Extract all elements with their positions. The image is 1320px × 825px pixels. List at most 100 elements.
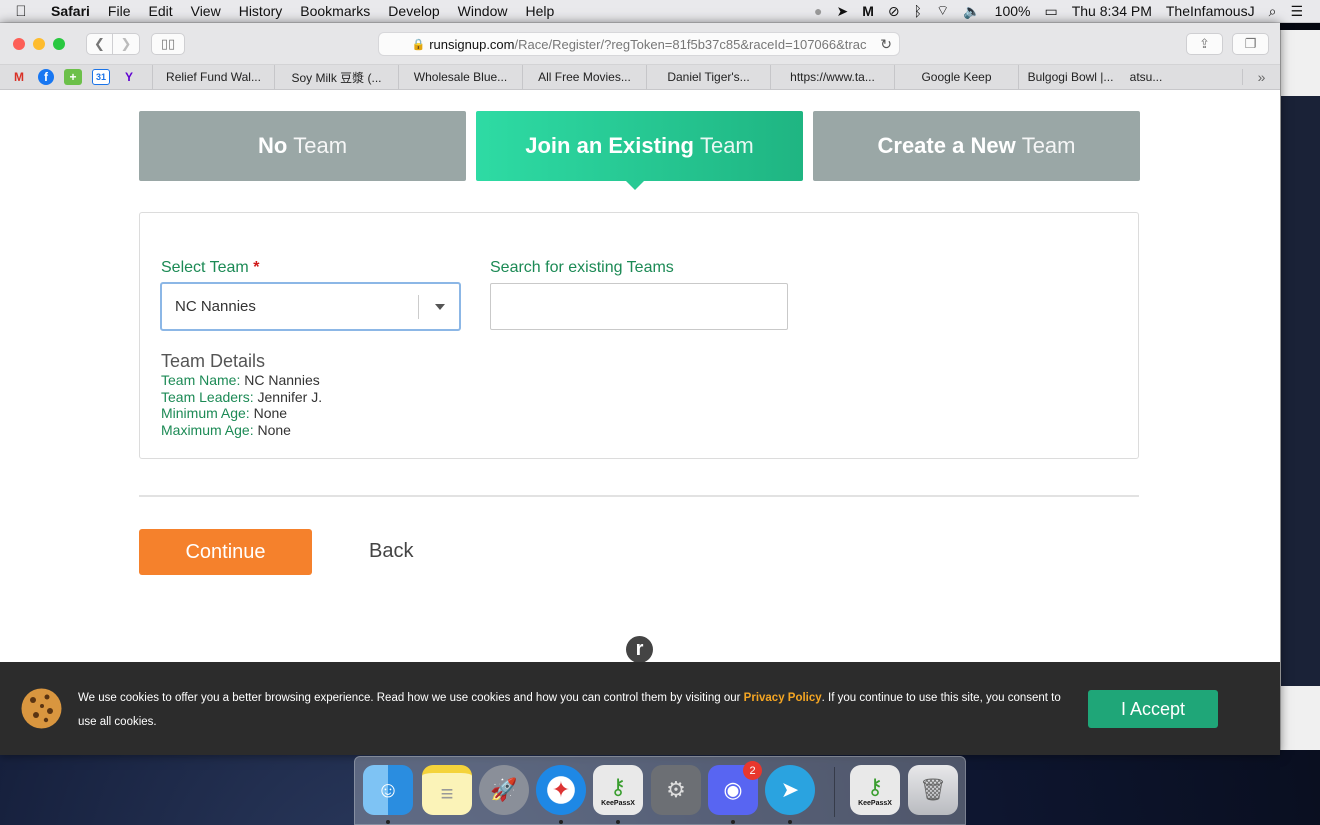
- tab-join-light: Team: [699, 133, 754, 158]
- notification-center-icon[interactable]: ☰: [1283, 3, 1310, 20]
- menu-window[interactable]: Window: [449, 3, 517, 19]
- tab-no-team[interactable]: No Team: [139, 111, 466, 181]
- privacy-policy-link[interactable]: Privacy Policy: [744, 692, 822, 704]
- trash-icon[interactable]: 🗑: [908, 765, 958, 815]
- select-team-label-text: Select Team: [161, 259, 249, 276]
- detail-key: Minimum Age:: [161, 405, 250, 421]
- address-bar[interactable]: 🔒 runsignup.com/Race/Register/?regToken=…: [378, 32, 900, 56]
- bookmark-item[interactable]: Daniel Tiger's...: [646, 64, 770, 90]
- select-team-dropdown[interactable]: NC Nannies: [160, 282, 461, 331]
- battery-icon[interactable]: ▭: [1037, 3, 1064, 20]
- user-name[interactable]: TheInfamousJ: [1159, 3, 1262, 19]
- web-page: No Team Join an Existing Team Create a N…: [0, 91, 1280, 755]
- menu-edit[interactable]: Edit: [139, 3, 181, 19]
- keepassx-label: KeePassX: [601, 799, 635, 807]
- running-indicator: [788, 820, 792, 824]
- volume-icon[interactable]: 🔈: [956, 3, 987, 20]
- safari-toolbar: ❮ ❯ ▯▯ 🔒 runsignup.com/Race/Register/?re…: [0, 23, 1280, 65]
- back-nav-icon[interactable]: ❮: [86, 32, 113, 55]
- cookie-banner: We use cookies to offer you a better bro…: [0, 662, 1280, 755]
- continue-button[interactable]: Continue: [139, 529, 312, 575]
- sidebar-toggle-icon[interactable]: ▯▯: [151, 32, 185, 55]
- record-icon[interactable]: ●: [807, 3, 829, 19]
- battery-percent[interactable]: 100%: [988, 3, 1038, 19]
- launchpad-icon[interactable]: 🚀: [479, 765, 529, 815]
- finder-icon[interactable]: ☺: [363, 765, 413, 815]
- tab-create-new-team[interactable]: Create a New Team: [813, 111, 1140, 181]
- apple-icon[interactable]: : [0, 3, 42, 20]
- tab-join-existing-team[interactable]: Join an Existing Team: [476, 111, 803, 190]
- malwarebytes-icon[interactable]: M: [855, 3, 881, 19]
- menu-develop[interactable]: Develop: [379, 3, 448, 19]
- detail-minimum-age: Minimum Age: None: [161, 405, 287, 421]
- calendar-icon[interactable]: 31: [92, 69, 110, 85]
- gmail-icon[interactable]: M: [10, 69, 28, 85]
- green-plus-icon[interactable]: +: [64, 69, 82, 85]
- bookmark-item[interactable]: https://www.ta...: [770, 64, 894, 90]
- team-details-title: Team Details: [161, 351, 266, 371]
- cookie-text-before: We use cookies to offer you a better bro…: [78, 692, 741, 704]
- menu-bookmarks[interactable]: Bookmarks: [291, 3, 379, 19]
- detail-value: NC Nannies: [244, 372, 320, 388]
- bookmark-item[interactable]: Soy Milk 豆漿 (...: [274, 64, 398, 90]
- zoom-window-button[interactable]: [53, 37, 65, 50]
- detail-value: Jennifer J.: [257, 389, 323, 405]
- detail-value: None: [257, 422, 291, 438]
- chevron-down-icon[interactable]: [435, 304, 445, 310]
- running-indicator: [386, 820, 390, 824]
- share-icon[interactable]: ⇪: [1186, 33, 1223, 55]
- url-host: runsignup.com: [429, 36, 515, 52]
- team-form-panel: Select Team * NC Nannies Search for exis…: [139, 212, 1139, 459]
- clock[interactable]: Thu 8:34 PM: [1065, 3, 1159, 19]
- system-preferences-icon[interactable]: ⚙: [651, 765, 701, 815]
- accept-cookies-button[interactable]: I Accept: [1088, 690, 1218, 728]
- close-window-button[interactable]: [13, 37, 25, 50]
- reload-icon[interactable]: ↻: [880, 36, 892, 53]
- menu-history[interactable]: History: [230, 3, 292, 19]
- tab-no-team-light: Team: [293, 133, 348, 158]
- minimize-window-button[interactable]: [33, 37, 45, 50]
- spotlight-icon[interactable]: ⌕: [1262, 3, 1284, 20]
- bluetooth-icon[interactable]: ᛒ: [907, 3, 929, 19]
- bookmark-item[interactable]: Relief Fund Wal...: [152, 64, 274, 90]
- detail-team-leaders: Team Leaders: Jennifer J.: [161, 389, 322, 405]
- menu-app-safari[interactable]: Safari: [42, 3, 99, 19]
- running-indicator: [731, 820, 735, 824]
- tab-create-light: Team: [1021, 133, 1076, 158]
- detail-key: Team Leaders:: [161, 389, 254, 405]
- keepassx-label: KeePassX: [858, 799, 892, 807]
- select-team-value: NC Nannies: [175, 298, 256, 315]
- menu-help[interactable]: Help: [516, 3, 563, 19]
- detail-maximum-age: Maximum Age: None: [161, 422, 291, 438]
- do-not-disturb-icon[interactable]: ⊘: [881, 3, 907, 20]
- bookmark-item[interactable]: Google Keep: [894, 64, 1018, 90]
- wifi-icon[interactable]: ⌔: [929, 2, 956, 20]
- menu-bar:  Safari File Edit View History Bookmark…: [0, 0, 1320, 23]
- detail-team-name: Team Name: NC Nannies: [161, 372, 320, 388]
- safari-icon[interactable]: ✦: [536, 765, 586, 815]
- bookmark-item[interactable]: atsu...: [1122, 65, 1170, 90]
- notes-icon[interactable]: ≡: [422, 765, 472, 815]
- menu-file[interactable]: File: [99, 3, 140, 19]
- back-link[interactable]: Back: [369, 540, 413, 563]
- telegram-menu-icon[interactable]: ➤: [830, 3, 856, 20]
- bookmark-item[interactable]: Bulgogi Bowl |...: [1018, 64, 1122, 90]
- running-indicator: [616, 820, 620, 824]
- discord-icon[interactable]: ◉ 2: [708, 761, 762, 815]
- runsignup-logo-icon: r: [626, 636, 653, 663]
- bookmark-item[interactable]: All Free Movies...: [522, 64, 646, 90]
- keepassx-icon[interactable]: ⚷ KeePassX: [850, 765, 900, 815]
- facebook-icon[interactable]: f: [38, 69, 54, 85]
- menu-view[interactable]: View: [182, 3, 230, 19]
- safari-window: ❮ ❯ ▯▯ 🔒 runsignup.com/Race/Register/?re…: [0, 23, 1280, 755]
- yahoo-icon[interactable]: Y: [120, 69, 138, 85]
- tab-overview-icon[interactable]: ❐: [1232, 33, 1269, 55]
- bookmark-item[interactable]: Wholesale Blue...: [398, 64, 522, 90]
- telegram-icon[interactable]: ➤: [765, 765, 815, 815]
- keepassx-icon[interactable]: ⚷ KeePassX: [593, 765, 643, 815]
- bookmarks-overflow-button[interactable]: »: [1242, 69, 1280, 85]
- forward-nav-icon[interactable]: ❯: [113, 32, 140, 55]
- search-teams-input[interactable]: [490, 283, 788, 330]
- select-separator: [418, 295, 419, 319]
- required-mark: *: [253, 259, 260, 276]
